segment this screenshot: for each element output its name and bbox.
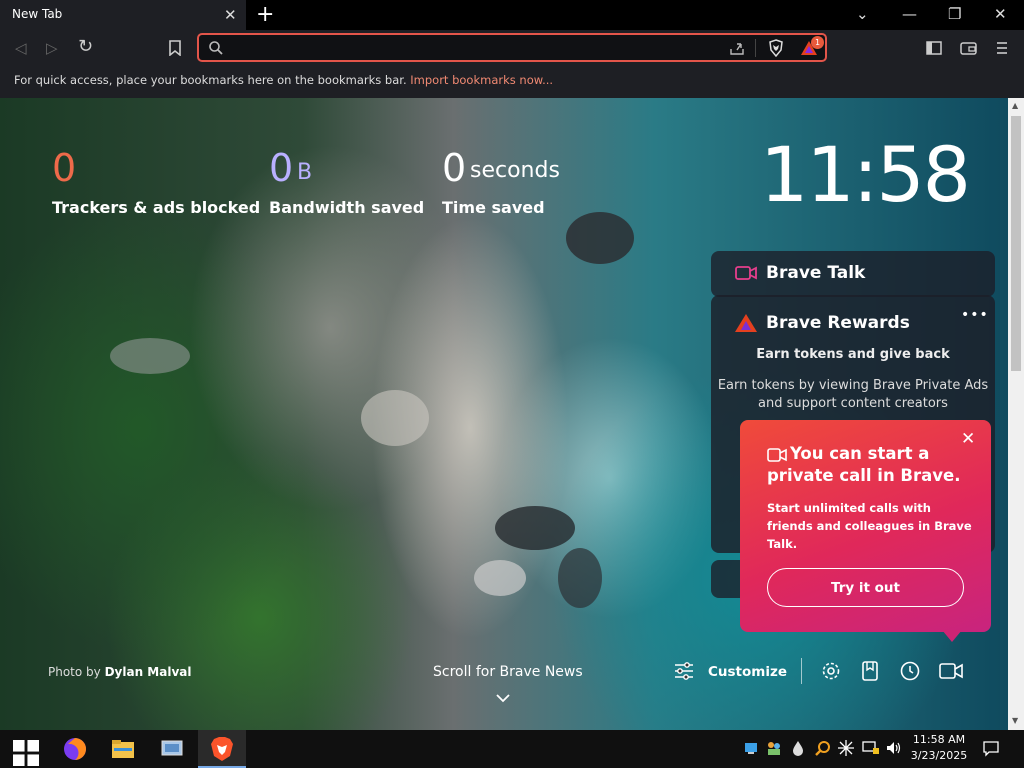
tray-search-icon[interactable]	[815, 740, 831, 756]
new-tab-page: 0 Trackers & ads blocked 0 B Bandwidth s…	[0, 98, 1008, 730]
settings-gear-icon[interactable]	[821, 661, 841, 681]
trackers-label: Trackers & ads blocked	[52, 198, 261, 217]
tab-new-tab[interactable]: New Tab ✕	[0, 0, 246, 30]
bookmarks-icon[interactable]	[861, 661, 879, 681]
customize-button[interactable]: Customize	[708, 664, 787, 680]
popup-body: Start unlimited calls with friends and c…	[767, 501, 972, 551]
address-bar[interactable]	[197, 33, 827, 62]
tray-drop-icon[interactable]	[792, 740, 804, 756]
brave-talk-icon[interactable]	[939, 662, 963, 680]
photo-credit[interactable]: Photo by Dylan Malval	[48, 665, 192, 679]
restore-button[interactable]: ❐	[948, 5, 961, 23]
scroll-down-icon[interactable]: ▼	[1012, 716, 1018, 725]
bandwidth-count: 0	[269, 146, 294, 190]
tab-close-icon[interactable]: ✕	[224, 6, 237, 24]
close-window-button[interactable]: ✕	[994, 5, 1007, 23]
vertical-scrollbar[interactable]: ▲ ▼	[1008, 98, 1024, 730]
history-icon[interactable]	[899, 660, 921, 682]
brave-shields-icon[interactable]	[767, 39, 785, 57]
menu-icon[interactable]	[995, 40, 1009, 56]
sidebar-icon[interactable]	[926, 40, 942, 56]
tray-network-icon[interactable]	[862, 741, 880, 755]
url-input[interactable]	[231, 38, 711, 58]
try-it-out-button[interactable]: Try it out	[767, 568, 964, 607]
wallet-icon[interactable]	[960, 40, 977, 56]
search-icon	[209, 41, 223, 55]
more-options-icon[interactable]: •••	[961, 307, 989, 323]
taskbar-date[interactable]: 3/23/2025	[899, 749, 979, 762]
title-bar: New Tab ✕ + ⌄ — ❐ ✕	[0, 0, 1024, 30]
scroll-for-news[interactable]: Scroll for Brave News	[433, 664, 583, 680]
trackers-count: 0	[52, 146, 77, 190]
bookmarks-hint: For quick access, place your bookmarks h…	[14, 73, 553, 87]
time-count: 0	[442, 146, 467, 190]
brave-browser-icon	[211, 737, 233, 761]
time-unit: seconds	[470, 158, 560, 183]
browser-toolbar: ◁ ▷ ↻ 1	[0, 30, 1024, 66]
close-icon[interactable]: ✕	[961, 429, 975, 449]
brave-talk-popup: You can start a private call in Brave. S…	[740, 420, 991, 632]
photo-credit-prefix: Photo by	[48, 665, 101, 679]
chevron-down-icon[interactable]	[496, 694, 510, 703]
time-label: Time saved	[442, 198, 545, 217]
rewards-badge: 1	[811, 36, 824, 49]
bookmarks-bar: For quick access, place your bookmarks h…	[0, 66, 1024, 98]
rewards-description: Earn tokens by viewing Brave Private Ads…	[717, 378, 989, 411]
brave-rewards-title: Brave Rewards	[766, 313, 910, 333]
video-camera-icon	[735, 266, 757, 280]
scrollbar-thumb[interactable]	[1011, 116, 1021, 371]
control-panel-icon[interactable]	[159, 736, 185, 762]
forward-button[interactable]: ▷	[46, 39, 58, 57]
tray-spark-icon[interactable]	[838, 740, 854, 756]
brave-talk-title: Brave Talk	[766, 263, 866, 283]
customize-sliders-icon[interactable]	[674, 661, 694, 681]
popup-tail	[942, 630, 962, 642]
windows-taskbar: 11:58 AM 3/23/2025	[0, 730, 1024, 768]
clock: 11:58	[760, 130, 971, 219]
taskbar-brave-active[interactable]	[198, 730, 246, 768]
import-bookmarks-link[interactable]: Import bookmarks now...	[410, 73, 553, 87]
tab-title: New Tab	[12, 7, 63, 21]
divider	[801, 658, 802, 684]
back-button[interactable]: ◁	[15, 39, 27, 57]
file-explorer-icon[interactable]	[110, 736, 136, 762]
new-tab-button[interactable]: +	[256, 2, 274, 27]
divider	[755, 39, 756, 57]
brave-talk-card[interactable]: Brave Talk	[711, 251, 995, 297]
rewards-subtitle: Earn tokens and give back	[756, 347, 950, 362]
brave-rewards-logo-icon	[735, 314, 757, 332]
bookmark-icon[interactable]	[168, 40, 182, 56]
bandwidth-unit: B	[297, 160, 313, 185]
bookmarks-hint-text: For quick access, place your bookmarks h…	[14, 73, 407, 87]
tray-monitor-icon[interactable]	[744, 741, 758, 755]
reload-button[interactable]: ↻	[78, 36, 93, 57]
firefox-icon[interactable]	[62, 736, 88, 762]
notification-center-icon[interactable]	[983, 741, 999, 757]
popup-title: You can start a private call in Brave.	[767, 444, 961, 485]
taskbar-time[interactable]: 11:58 AM	[899, 733, 979, 746]
tab-search-chevron-icon[interactable]: ⌄	[856, 5, 869, 23]
share-icon[interactable]	[729, 40, 745, 56]
scroll-up-icon[interactable]: ▲	[1012, 101, 1018, 110]
minimize-button[interactable]: —	[902, 5, 917, 23]
tray-people-icon[interactable]	[766, 740, 782, 756]
windows-start-icon[interactable]	[13, 740, 39, 766]
photo-credit-author: Dylan Malval	[104, 665, 192, 679]
bandwidth-label: Bandwidth saved	[269, 198, 425, 217]
